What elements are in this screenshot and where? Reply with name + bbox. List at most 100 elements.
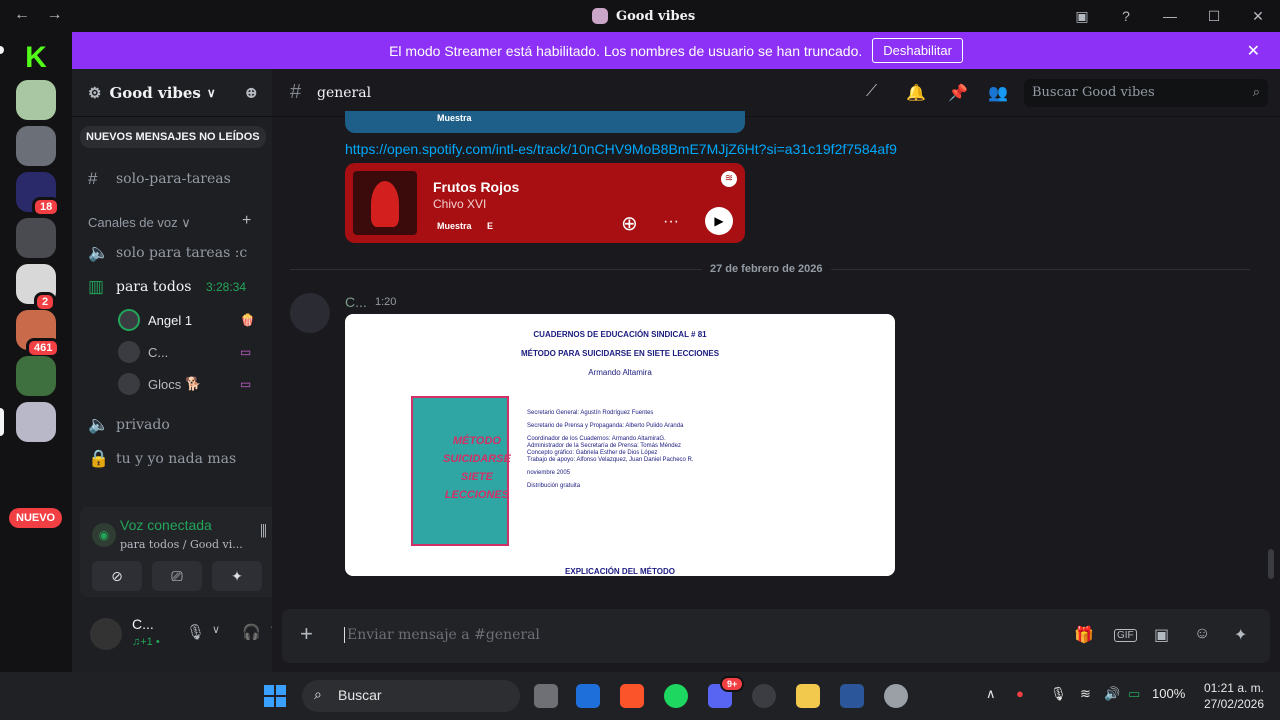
banner-close-icon[interactable]: ✕ xyxy=(1247,41,1260,61)
message-input[interactable]: Enviar mensaje a #general xyxy=(344,627,540,643)
gift-icon[interactable]: 🎁 xyxy=(1074,625,1094,645)
spotify-link[interactable]: https://open.spotify.com/intl-es/track/1… xyxy=(345,141,897,157)
album-art xyxy=(353,171,417,235)
disable-streamer-button[interactable]: Deshabilitar xyxy=(872,38,963,63)
word-icon[interactable] xyxy=(840,684,864,708)
date-divider-label: 27 de febrero de 2026 xyxy=(702,263,831,275)
brave-icon[interactable] xyxy=(620,684,644,708)
activities-button[interactable]: ✦ xyxy=(212,561,262,591)
hash-icon: # xyxy=(290,81,302,103)
server-header[interactable]: ⚙ Good vibes ∨ ⊕ xyxy=(72,69,272,117)
search-placeholder: Buscar Good vibes xyxy=(1032,85,1155,100)
track-title[interactable]: Frutos Rojos xyxy=(433,179,519,195)
voice-user[interactable]: Glocs 🐕 ▭ xyxy=(118,373,251,395)
doc-line: Concepto gráfico: Gabriela Esther de Dio… xyxy=(527,450,658,456)
doc-title: MÉTODO PARA SUICIDARSE EN SIETE LECCIONE… xyxy=(520,349,720,358)
volume-icon[interactable]: 🔊 xyxy=(1104,686,1120,702)
voice-user[interactable]: Angel 1 🍿 xyxy=(118,309,255,331)
spotify-icon[interactable]: ≋ xyxy=(721,171,737,187)
server-icon xyxy=(592,8,608,24)
more-icon[interactable]: ··· xyxy=(663,213,679,231)
server-icon-7[interactable] xyxy=(16,356,56,396)
voice-status-title[interactable]: Voz conectada xyxy=(120,517,212,533)
threads-icon[interactable]: ⟋ xyxy=(866,83,877,101)
channel-solo-para-tareas[interactable]: # solo-para-tareas xyxy=(88,169,231,189)
screen-share-icon[interactable]: ▣ xyxy=(1060,8,1104,25)
task-view-icon[interactable] xyxy=(534,684,558,708)
taskbar-search[interactable]: ⌕ Buscar xyxy=(302,680,520,712)
user-name[interactable]: C... xyxy=(132,616,154,632)
voice-channel-tu-y-yo[interactable]: 🔒 tu y yo nada mas xyxy=(88,449,236,469)
channel-label: privado xyxy=(116,417,170,433)
minimize-button[interactable]: — xyxy=(1148,8,1192,24)
forward-button[interactable]: → xyxy=(46,6,62,23)
chevron-up-icon[interactable]: ∧ xyxy=(986,686,996,702)
voice-channel-privado[interactable]: 🔈 privado xyxy=(88,415,170,435)
windows-start-icon[interactable] xyxy=(264,685,286,707)
back-button[interactable]: ← xyxy=(14,6,30,23)
file-explorer-icon[interactable] xyxy=(796,684,820,708)
voice-user-name: Angel 1 xyxy=(148,312,193,328)
track-artist[interactable]: Chivo XVI xyxy=(433,197,486,211)
invite-icon[interactable]: ⊕ xyxy=(245,83,258,102)
vscode-icon[interactable] xyxy=(576,684,600,708)
channel-name: general xyxy=(317,85,372,101)
server-icon-4[interactable] xyxy=(16,218,56,258)
voice-category[interactable]: Canales de voz ∨ xyxy=(88,215,191,231)
pin-icon[interactable]: 📌 xyxy=(948,83,968,103)
wifi-icon[interactable]: ≋ xyxy=(1080,686,1091,702)
battery-percent: 100% xyxy=(1152,686,1186,701)
microphone-icon[interactable]: 🎙 xyxy=(186,623,205,641)
help-icon[interactable]: ? xyxy=(1104,8,1148,24)
spotify-taskbar-icon[interactable] xyxy=(664,684,688,708)
avatar[interactable] xyxy=(90,618,122,650)
bell-icon[interactable]: 🔔 xyxy=(906,83,926,103)
headphones-icon[interactable]: 🎧 xyxy=(242,623,261,641)
signal-icon: ◉ xyxy=(92,523,116,547)
channel-header: # general ⟋ 🔔 📌 👥 Buscar Good vibes ⌕ xyxy=(272,69,1280,117)
camera-off-button[interactable]: ⊘ xyxy=(92,561,142,591)
document-attachment[interactable]: CUADERNOS DE EDUCACIÓN SINDICAL # 81 MÉT… xyxy=(345,314,895,576)
apps-icon[interactable]: ✦ xyxy=(1234,625,1247,645)
search-icon: ⌕ xyxy=(314,686,322,702)
server-pip xyxy=(0,46,4,54)
server-icon-good-vibes[interactable] xyxy=(16,402,56,442)
voice-channel-para-todos[interactable]: ▥ para todos 3:28:34 xyxy=(88,277,246,297)
clock[interactable]: 01:21 a. m. 27/02/2026 xyxy=(1204,680,1264,712)
message-author[interactable]: C... xyxy=(345,294,367,310)
voice-timer: 3:28:34 xyxy=(206,280,247,294)
previous-spotify-embed: Muestra xyxy=(345,111,745,133)
voice-channel-solo[interactable]: 🔈 solo para tareas :c xyxy=(88,243,247,263)
add-channel-icon[interactable]: + xyxy=(242,212,251,230)
server-icon-1[interactable] xyxy=(16,80,56,120)
maximize-button[interactable]: ☐ xyxy=(1192,8,1236,25)
attach-plus-icon[interactable]: + xyxy=(300,621,313,647)
scrollbar[interactable] xyxy=(1268,549,1274,579)
spotify-embed: Frutos Rojos Chivo XVI Muestra E ≋ ⊕ ···… xyxy=(345,163,745,243)
avatar[interactable] xyxy=(290,293,330,333)
add-icon[interactable]: ⊕ xyxy=(621,211,638,236)
antivirus-icon[interactable]: ● xyxy=(1016,686,1024,701)
hash-icon: # xyxy=(88,169,98,188)
play-icon[interactable]: ▶ xyxy=(705,207,733,235)
member-list-icon[interactable]: 👥 xyxy=(988,83,1008,103)
chevron-down-icon[interactable]: ∨ xyxy=(212,623,220,636)
screen-share-button[interactable]: ⎚ xyxy=(152,561,202,591)
kick-icon[interactable]: K xyxy=(16,38,56,78)
battery-icon[interactable]: ▭ xyxy=(1128,686,1140,702)
gif-icon[interactable]: GIF xyxy=(1114,629,1137,642)
voice-user[interactable]: C... ▭ xyxy=(118,341,251,363)
voice-status-sub[interactable]: para todos / Good vi... xyxy=(120,538,243,551)
close-window-button[interactable]: ✕ xyxy=(1236,8,1280,25)
sticker-icon[interactable]: ▣ xyxy=(1154,625,1169,645)
search-input[interactable]: Buscar Good vibes ⌕ xyxy=(1024,79,1268,107)
server-icon-2[interactable] xyxy=(16,126,56,166)
obs-icon[interactable] xyxy=(752,684,776,708)
stream-icon: ▭ xyxy=(240,345,252,359)
unread-messages-pill[interactable]: NUEVOS MENSAJES NO LEÍDOS xyxy=(80,126,266,148)
steam-icon[interactable] xyxy=(884,684,908,708)
microphone-icon[interactable]: 🎙 xyxy=(1050,686,1067,702)
clock-time: 01:21 a. m. xyxy=(1203,681,1264,695)
emoji-icon[interactable]: ☺ xyxy=(1194,625,1210,643)
noise-suppression-icon[interactable]: ⫼ xyxy=(260,523,267,540)
